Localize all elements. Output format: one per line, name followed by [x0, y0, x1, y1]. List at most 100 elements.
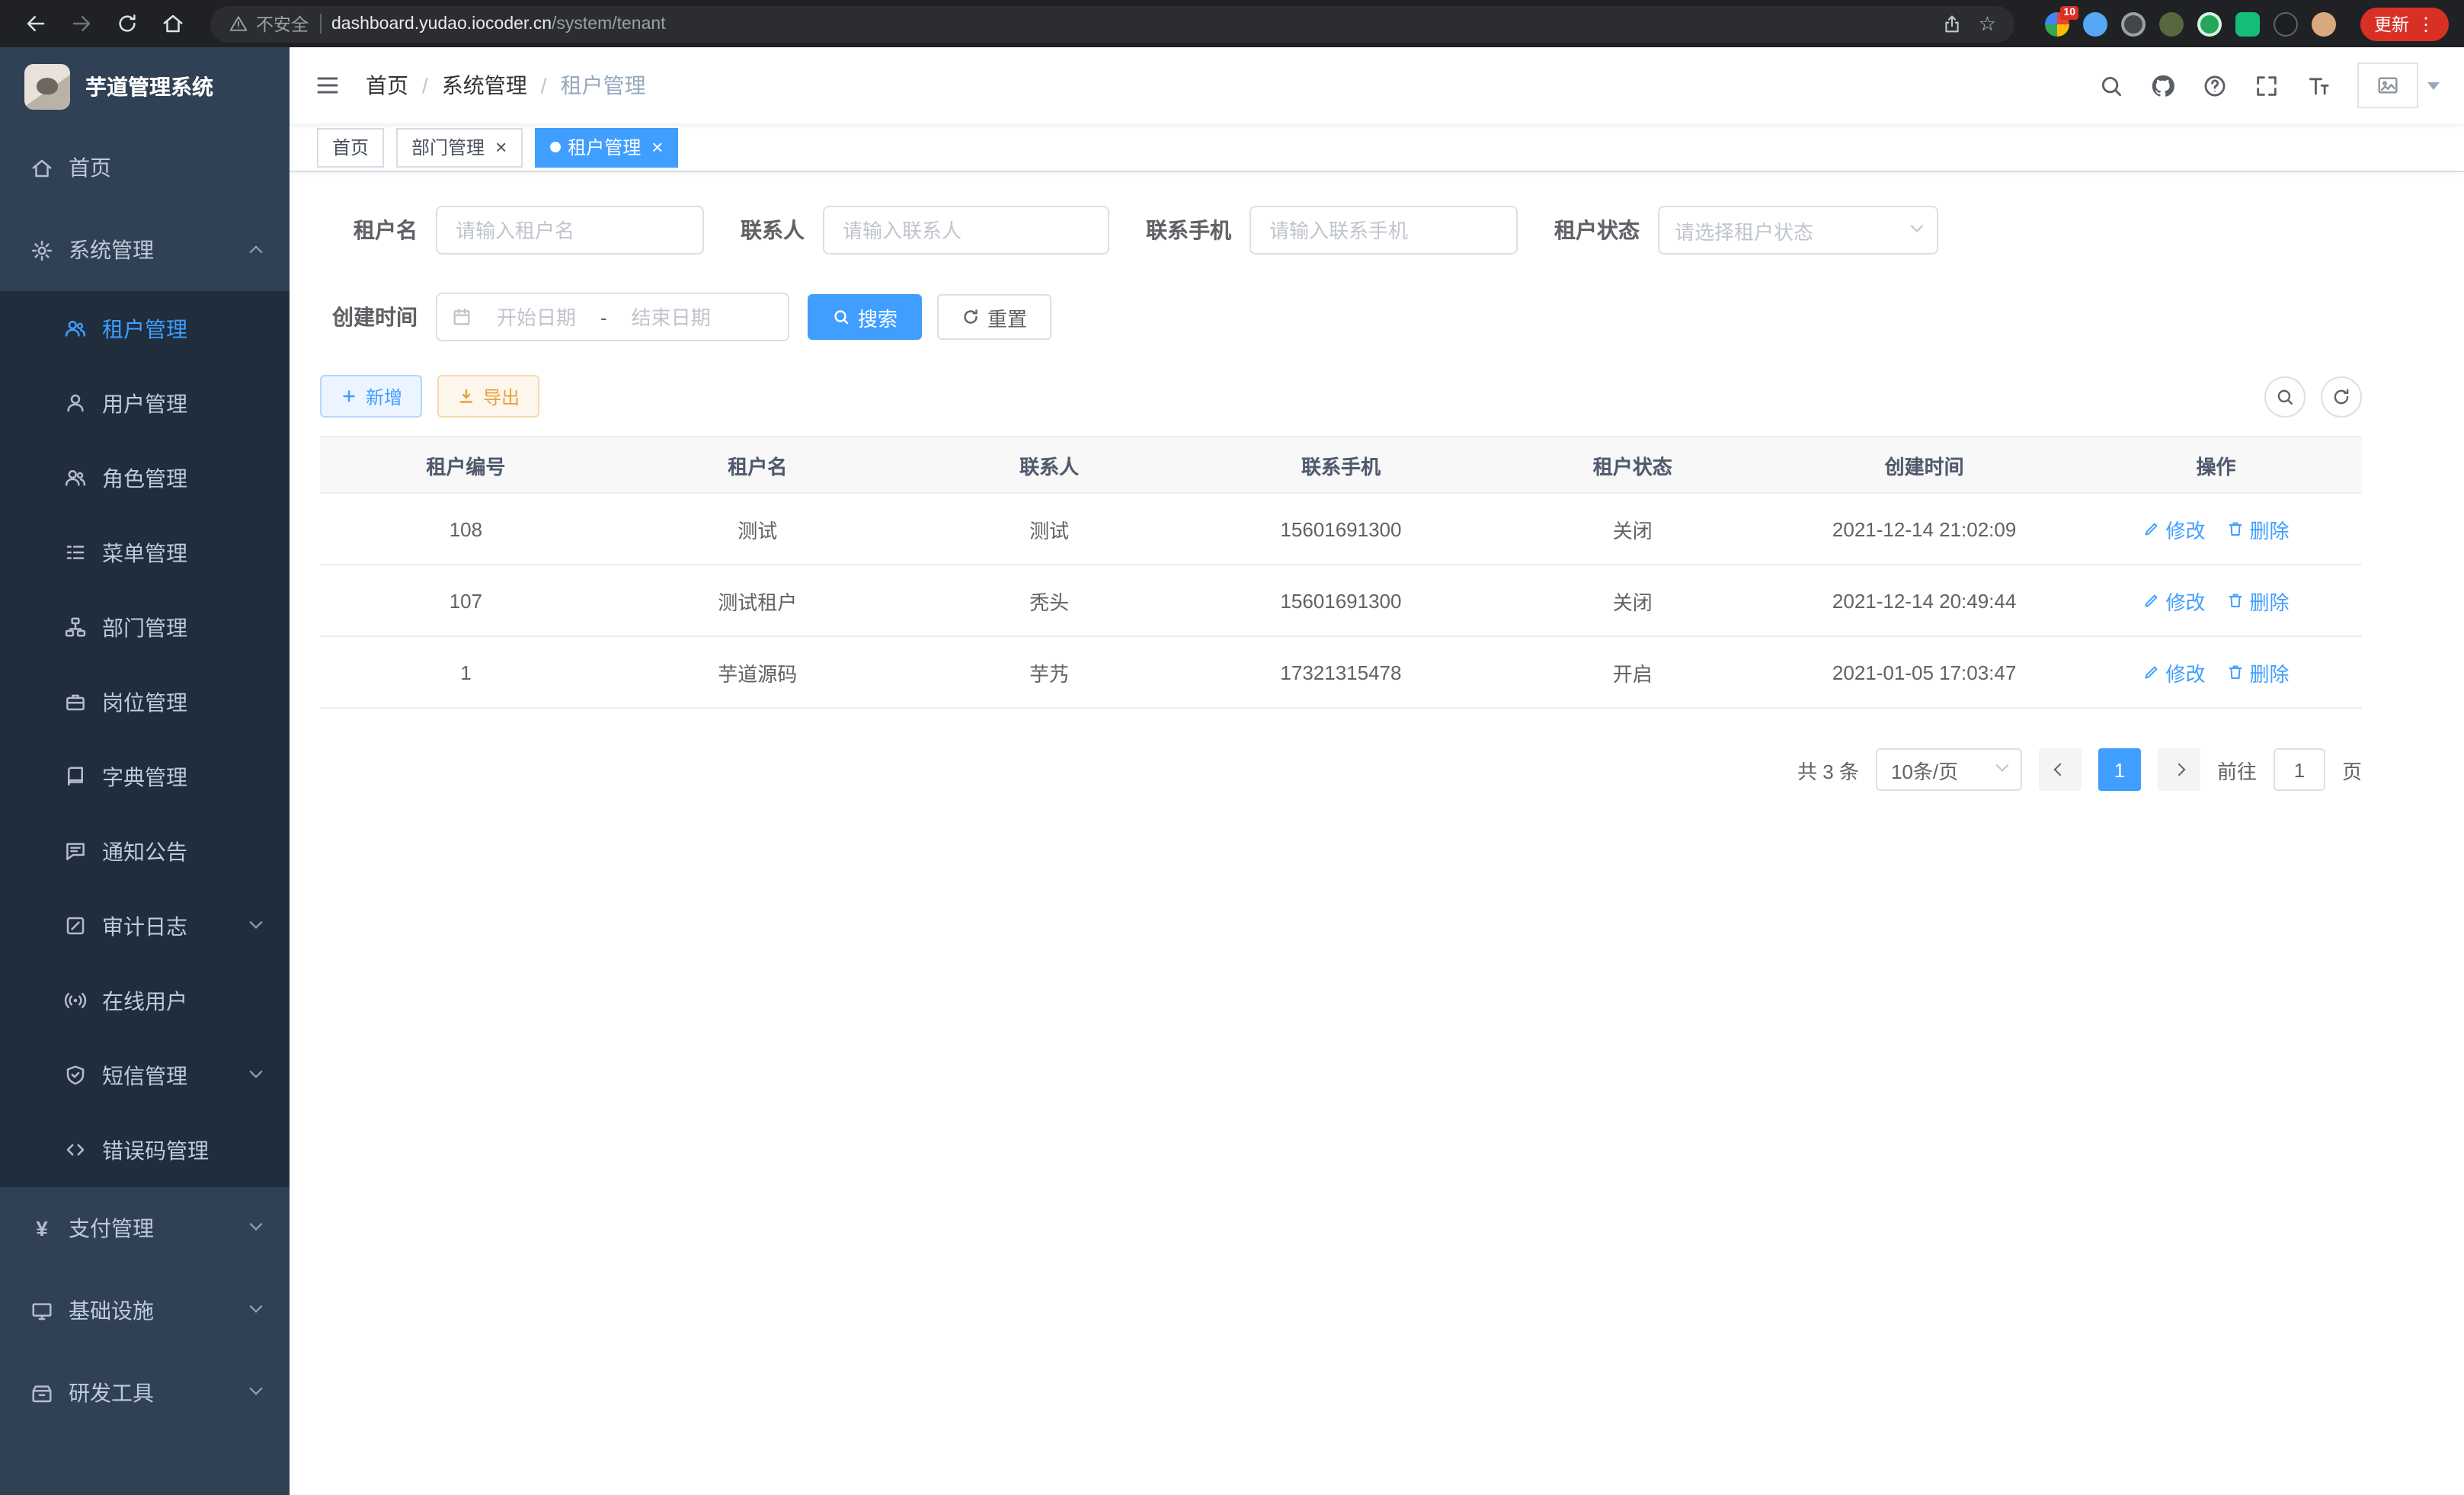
date-start-input[interactable]	[478, 306, 594, 328]
share-icon[interactable]	[1942, 13, 1963, 34]
reset-button[interactable]: 重置	[937, 294, 1051, 340]
page-number-button[interactable]: 1	[2098, 748, 2141, 791]
page-unit-label: 页	[2342, 755, 2362, 784]
sidebar-item-payment[interactable]: ¥ 支付管理	[0, 1187, 290, 1269]
delete-link[interactable]: 删除	[2227, 658, 2290, 687]
reload-icon[interactable]	[107, 4, 146, 43]
sidebar-item-home[interactable]: 首页	[0, 126, 290, 209]
extension-icon-darkring[interactable]	[2121, 11, 2146, 36]
address-bar[interactable]: 不安全 dashboard.yudao.iocoder.cn/system/te…	[210, 5, 2014, 42]
filter-row-2: 创建时间 - 搜索	[320, 293, 2362, 341]
sidebar-item-error-code[interactable]: 错误码管理	[0, 1112, 290, 1187]
home-icon[interactable]	[152, 4, 192, 43]
close-icon[interactable]: ×	[651, 137, 663, 157]
shield-icon	[64, 1064, 87, 1087]
chevron-left-icon	[2053, 764, 2066, 776]
status-select-placeholder: 请选择租户状态	[1675, 216, 1813, 245]
tab-tenant[interactable]: 租户管理 ×	[534, 127, 678, 167]
security-indicator[interactable]: 不安全	[229, 11, 309, 36]
close-icon[interactable]: ×	[495, 137, 507, 157]
add-button[interactable]: 新增	[320, 375, 422, 418]
document-edit-icon	[64, 914, 87, 937]
sidebar-item-infrastructure[interactable]: 基础设施	[0, 1269, 290, 1352]
forward-icon[interactable]	[61, 4, 101, 43]
phone-input[interactable]	[1250, 206, 1518, 255]
sidebar-item-audit-log[interactable]: 审计日志	[0, 888, 290, 963]
browser-menu-icon[interactable]: ⋮	[2417, 13, 2435, 34]
tab-home[interactable]: 首页	[317, 127, 384, 167]
user-icon	[64, 392, 87, 415]
calendar-icon	[451, 306, 472, 328]
sidebar-item-post[interactable]: 岗位管理	[0, 664, 290, 739]
date-end-input[interactable]	[613, 306, 729, 328]
extension-icon-green-square[interactable]	[2235, 11, 2260, 36]
github-icon[interactable]	[2150, 72, 2176, 98]
url-text: dashboard.yudao.iocoder.cn/system/tenant	[331, 14, 666, 33]
breadcrumb-system[interactable]: 系统管理	[442, 70, 527, 101]
table-row: 108 测试 测试 15601691300 关闭 2021-12-14 21:0…	[320, 493, 2362, 565]
back-icon[interactable]	[15, 4, 55, 43]
help-icon[interactable]	[2202, 72, 2228, 98]
search-button[interactable]: 搜索	[808, 294, 922, 340]
sidebar-item-notice[interactable]: 通知公告	[0, 814, 290, 888]
cell-name: 测试	[612, 493, 904, 565]
header-search-icon[interactable]	[2098, 72, 2124, 98]
tenant-name-input[interactable]	[436, 206, 704, 255]
profile-avatar[interactable]	[2312, 11, 2336, 36]
sidebar-item-user[interactable]: 用户管理	[0, 366, 290, 440]
bookmark-star-icon[interactable]: ☆	[1979, 14, 1996, 34]
fullscreen-icon[interactable]	[2254, 72, 2280, 98]
edit-link[interactable]: 修改	[2143, 586, 2206, 615]
extension-icon-pinwheel[interactable]	[2274, 11, 2298, 36]
export-button-label: 导出	[483, 383, 520, 409]
extension-icon-blue[interactable]	[2083, 11, 2107, 36]
table-row: 107 测试租户 秃头 15601691300 关闭 2021-12-14 20…	[320, 565, 2362, 636]
sidebar-item-label: 在线用户	[102, 985, 187, 1016]
tab-dept[interactable]: 部门管理 ×	[396, 127, 522, 167]
sidebar-item-tenant[interactable]: 租户管理	[0, 291, 290, 366]
sidebar-item-dict[interactable]: 字典管理	[0, 739, 290, 814]
goto-page-input[interactable]	[2274, 748, 2325, 791]
cell-created: 2021-01-05 17:03:47	[1778, 636, 2070, 708]
sidebar-item-online-users[interactable]: 在线用户	[0, 963, 290, 1038]
sidebar-item-dev-tools[interactable]: 研发工具	[0, 1352, 290, 1434]
breadcrumb-home[interactable]: 首页	[366, 70, 408, 101]
sidebar-item-role[interactable]: 角色管理	[0, 440, 290, 515]
cell-name: 测试租户	[612, 565, 904, 636]
breadcrumb: 首页 / 系统管理 / 租户管理	[366, 70, 646, 101]
phone-label: 联系手机	[1146, 215, 1231, 245]
sidebar-item-menu[interactable]: 菜单管理	[0, 515, 290, 590]
next-page-button[interactable]	[2158, 748, 2200, 791]
user-avatar-menu[interactable]	[2357, 62, 2440, 108]
cell-status: 关闭	[1486, 565, 1778, 636]
plus-icon	[340, 387, 358, 405]
font-size-icon[interactable]	[2306, 72, 2331, 98]
sidebar-item-system[interactable]: 系统管理	[0, 209, 290, 291]
date-range-picker[interactable]: -	[436, 293, 789, 341]
delete-link[interactable]: 删除	[2227, 586, 2290, 615]
sidebar-item-label: 基础设施	[69, 1295, 154, 1326]
table-row: 1 芋道源码 芋艿 17321315478 开启 2021-01-05 17:0…	[320, 636, 2362, 708]
edit-link[interactable]: 修改	[2143, 514, 2206, 543]
sidebar-item-sms[interactable]: 短信管理	[0, 1038, 290, 1112]
extension-icon-colorwheel[interactable]: 10	[2045, 11, 2069, 36]
caret-down-icon	[2427, 82, 2440, 89]
status-select[interactable]: 请选择租户状态	[1658, 206, 1938, 255]
export-button[interactable]: 导出	[437, 375, 539, 418]
refresh-table-button[interactable]	[2321, 376, 2362, 417]
toggle-search-button[interactable]	[2264, 376, 2306, 417]
sidebar-item-dept[interactable]: 部门管理	[0, 590, 290, 664]
sidebar-toggle-icon[interactable]	[314, 72, 341, 99]
contact-input[interactable]	[823, 206, 1109, 255]
delete-link[interactable]: 删除	[2227, 514, 2290, 543]
page-size-select[interactable]: 10条/页	[1876, 748, 2022, 791]
tags-view: 首页 部门管理 × 租户管理 ×	[290, 123, 2464, 172]
sidebar-logo[interactable]: 芋道管理系统	[0, 47, 290, 126]
cell-created: 2021-12-14 20:49:44	[1778, 565, 2070, 636]
extension-icon-green-circle[interactable]	[2197, 11, 2222, 36]
browser-update-button[interactable]: 更新 ⋮	[2360, 7, 2449, 40]
extension-icon-olive[interactable]	[2159, 11, 2184, 36]
edit-link[interactable]: 修改	[2143, 658, 2206, 687]
pencil-icon	[2143, 663, 2162, 681]
prev-page-button[interactable]	[2039, 748, 2082, 791]
